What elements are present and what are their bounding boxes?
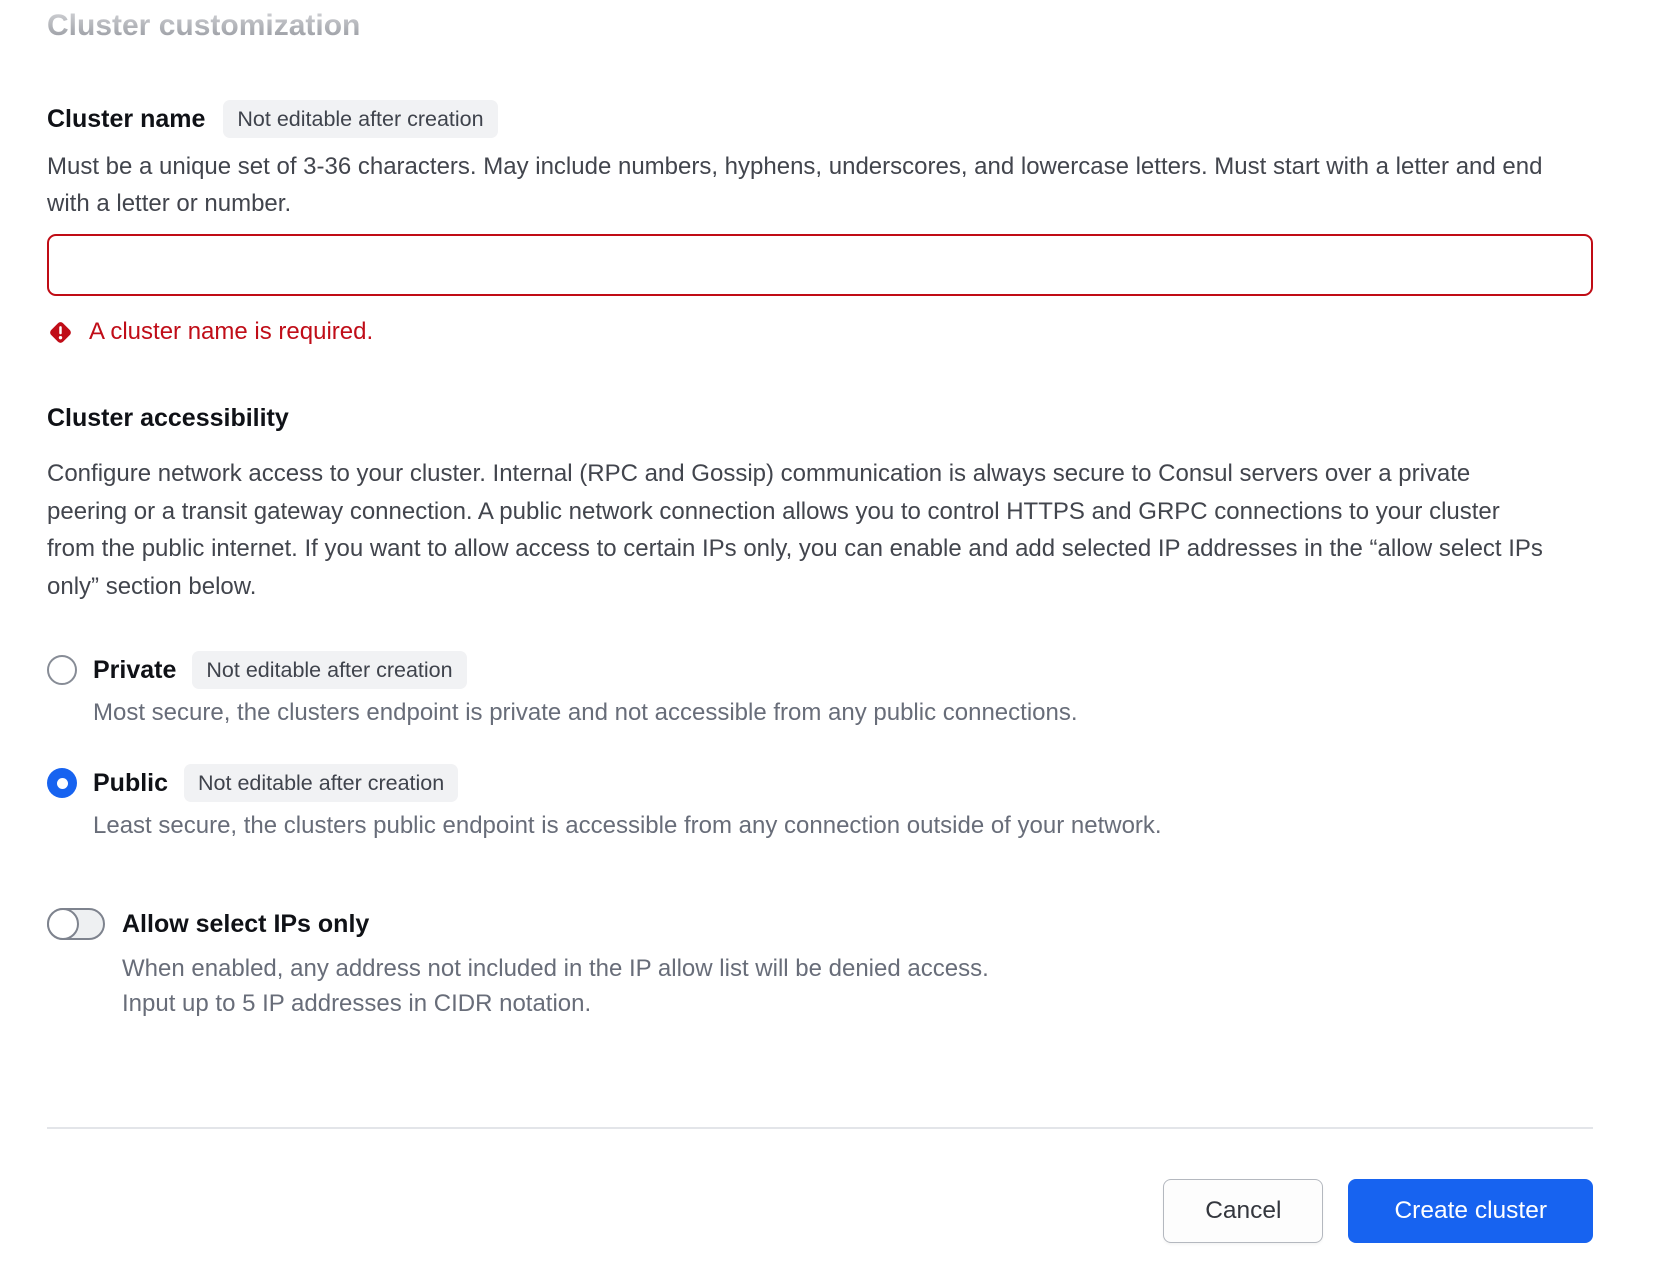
cluster-name-badge: Not editable after creation	[223, 100, 497, 138]
private-option: Private Not editable after creation Most…	[47, 651, 1593, 728]
cluster-name-label: Cluster name	[47, 102, 205, 136]
cluster-name-description: Must be a unique set of 3-36 characters.…	[47, 148, 1547, 222]
public-option: Public Not editable after creation Least…	[47, 764, 1593, 841]
allow-select-ips-description: When enabled, any address not included i…	[122, 952, 1422, 1021]
cancel-button[interactable]: Cancel	[1163, 1179, 1323, 1243]
allow-select-ips-desc-line1: When enabled, any address not included i…	[122, 955, 989, 982]
private-description: Most secure, the clusters endpoint is pr…	[93, 697, 1513, 728]
private-label: Private	[93, 653, 176, 687]
accessibility-radio-group: Private Not editable after creation Most…	[47, 651, 1593, 841]
toggle-knob	[47, 908, 79, 940]
create-cluster-button[interactable]: Create cluster	[1348, 1179, 1593, 1243]
public-radio[interactable]	[47, 768, 77, 798]
public-badge: Not editable after creation	[184, 764, 458, 802]
public-label: Public	[93, 766, 168, 800]
error-message: A cluster name is required.	[89, 317, 373, 347]
cluster-customization-form: Cluster customization Cluster name Not e…	[0, 0, 1672, 1274]
public-description: Least secure, the clusters public endpoi…	[93, 810, 1513, 841]
cluster-accessibility-heading: Cluster accessibility	[47, 401, 1593, 435]
cluster-name-input[interactable]	[47, 234, 1593, 296]
footer-divider	[47, 1127, 1593, 1129]
private-option-row[interactable]: Private Not editable after creation	[47, 651, 1593, 689]
allow-select-ips-toggle[interactable]	[47, 908, 105, 940]
alert-diamond-icon	[47, 319, 74, 346]
allow-select-ips-label: Allow select IPs only	[122, 907, 369, 941]
private-badge: Not editable after creation	[192, 651, 466, 689]
footer-actions: Cancel Create cluster	[47, 1179, 1593, 1243]
private-radio[interactable]	[47, 655, 77, 685]
cluster-accessibility-description: Configure network access to your cluster…	[47, 455, 1547, 605]
cluster-name-error: A cluster name is required.	[47, 317, 1593, 347]
cluster-name-label-row: Cluster name Not editable after creation	[47, 100, 1593, 138]
allow-select-ips-section: Allow select IPs only When enabled, any …	[47, 907, 1593, 1021]
allow-select-ips-row: Allow select IPs only	[47, 907, 1593, 941]
page-title: Cluster customization	[47, 6, 360, 46]
allow-select-ips-desc-line2: Input up to 5 IP addresses in CIDR notat…	[122, 990, 591, 1017]
public-option-row[interactable]: Public Not editable after creation	[47, 764, 1593, 802]
